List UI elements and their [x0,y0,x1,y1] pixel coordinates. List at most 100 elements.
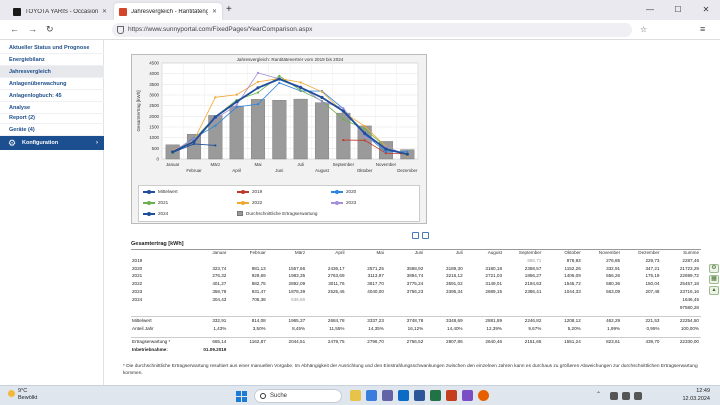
widget-chart-icon[interactable]: ▦ [709,275,719,284]
legend-item[interactable]: 2023 [331,200,356,205]
table-cell: 931,47 [251,288,266,294]
widget-gear-icon[interactable]: ⚙ [709,264,719,273]
table-cell: 814,08 [228,315,268,325]
new-tab-button[interactable]: + [226,4,232,15]
app-outlook-icon[interactable] [398,390,409,401]
legend-item[interactable]: 2019 [237,189,262,194]
row-label: 2020 [132,265,143,271]
tray-chevron-up-icon[interactable]: ⌃ [596,391,601,398]
series-point-2021 [256,91,260,94]
windows-start-icon[interactable] [236,391,247,402]
wifi-icon[interactable] [610,392,618,400]
app-powerpoint-icon[interactable] [446,390,457,401]
speaker-icon[interactable] [622,392,630,400]
series-point-2023 [363,135,366,138]
menu-icon[interactable]: ≡ [700,24,705,34]
widget-up-icon[interactable]: ▴ [709,286,719,295]
legend-item[interactable]: 2020 [331,189,356,194]
table-cell: 3348,69 [425,315,465,325]
sidebar-item-status[interactable]: Aktueller Status und Prognose [0,42,104,54]
legend-line-swatch [143,189,155,194]
weather-text: Bewölkt [18,395,38,401]
table-cell: 2287,46 [682,257,699,263]
series-point-2020 [214,124,217,127]
sidebar-item-report[interactable]: Report (2) [0,112,104,124]
table-cell [386,304,425,312]
table-cell: 3395,34 [446,288,463,294]
legend-item[interactable]: Durchschnittliche Ertragserwartung [237,211,318,216]
legend-label: 2024 [158,211,169,216]
app-excel-icon[interactable] [430,390,441,401]
table-cell: 3180,18 [485,265,502,271]
back-icon[interactable]: ← [10,24,19,34]
weather-widget[interactable]: 9°C Bewölkt [8,388,37,402]
table-cell [347,257,386,265]
minimize-button[interactable]: — [636,0,664,20]
table-cell [465,296,504,304]
sidebar-item-jahresvergleich[interactable]: Jahresvergleich [0,66,104,78]
taskbar-search[interactable]: Suche [254,389,342,403]
app-firefox-icon[interactable] [478,390,489,401]
series-point-2023 [342,106,345,110]
sidebar-item-energiebilanz[interactable]: Energiebilanz [0,54,104,66]
tab-toyota[interactable]: TOYOTA YARIS - Occasionen ka ✕ [8,3,112,20]
sidebar-item-konfiguration[interactable]: ⚙ Konfiguration › [0,136,104,150]
reload-icon[interactable]: ↻ [46,24,54,35]
battery-icon[interactable] [634,392,642,400]
browser-tab-bar: TOYOTA YARIS - Occasionen ka ✕ Jahresver… [0,0,720,20]
legend-item[interactable]: Mittelwert [143,189,178,194]
table-cell: 276,32 [212,273,227,279]
weather-temp: 9°C [18,388,28,394]
y-tick-label: 3500 [149,82,159,87]
app-teams-icon[interactable] [382,390,393,401]
table-cell: 401,27 [212,281,227,287]
table-cell: 2525,46 [327,288,345,294]
table-cell: 221,53 [622,315,662,325]
table-cell: 0,95% [646,325,660,331]
tab-close-icon[interactable]: ✕ [102,8,107,15]
series-point-Mittelwert [384,147,388,151]
app-word-icon[interactable] [414,390,425,401]
tab-close-icon[interactable]: ✕ [212,8,217,15]
legend-bar-swatch [237,211,243,216]
legend-label: 2021 [158,200,169,205]
clock[interactable]: 12:49 12.03.2024 [682,388,710,403]
row-label: Inbetriebnahme: [132,346,168,352]
url-text: https://www.sunnyportal.com/FixedPages/Y… [128,26,313,33]
sidebar-item-geraete[interactable]: Geräte (4) [0,124,104,136]
table-cell: 22699,72 [679,273,699,279]
table-row: 2024 304,43 705,38 636,69 1646,45 [131,296,701,304]
expand-icon[interactable] [422,232,429,239]
sidebar-item-anlagenueberwachung[interactable]: Anlagenüberwachung [0,78,104,90]
tab-jahresvergleich[interactable]: Jahresvergleich - Rantitätenglern ✕ [114,3,222,20]
table-cell: 100,00% [680,325,699,331]
table-row: 2022 401,27 882,75 2892,09 3011,76 3617,70 377… [131,280,701,288]
row-label [131,304,189,312]
table-cell: 2763,69 [327,273,345,279]
clock-time: 12:49 [696,388,710,394]
print-icon[interactable] [412,232,419,239]
table-cell: 2689,15 [485,288,502,294]
close-window-button[interactable]: ✕ [692,0,720,20]
legend-item[interactable]: 2022 [237,200,262,205]
forward-icon[interactable]: → [28,24,37,34]
x-tick-label: Juli [297,162,304,167]
column-header: Dezember [638,250,660,255]
table-cell: 882,75 [251,281,266,287]
url-bar[interactable]: https://www.sunnyportal.com/FixedPages/Y… [112,23,632,37]
sidebar-item-anlagenlogbuch[interactable]: Anlagenlogbuch: 45 [0,90,104,102]
app-onenote-icon[interactable] [462,390,473,401]
table-cell: 2358,57 [524,265,542,271]
table-cell: 9,67% [528,325,542,331]
table-cell: 11,55% [329,325,345,331]
legend-item[interactable]: 2024 [143,211,168,216]
legend-label: Mittelwert [158,189,178,194]
app-edge-icon[interactable] [366,390,377,401]
maximize-button[interactable]: ☐ [664,0,692,20]
series-point-2020 [235,105,238,109]
app-explorer-icon[interactable] [350,390,361,401]
table-cell: 2194,63 [524,281,542,287]
series-point-Mittelwert [277,77,281,81]
legend-item[interactable]: 2021 [143,200,168,205]
bookmark-star-icon[interactable]: ☆ [640,25,647,34]
